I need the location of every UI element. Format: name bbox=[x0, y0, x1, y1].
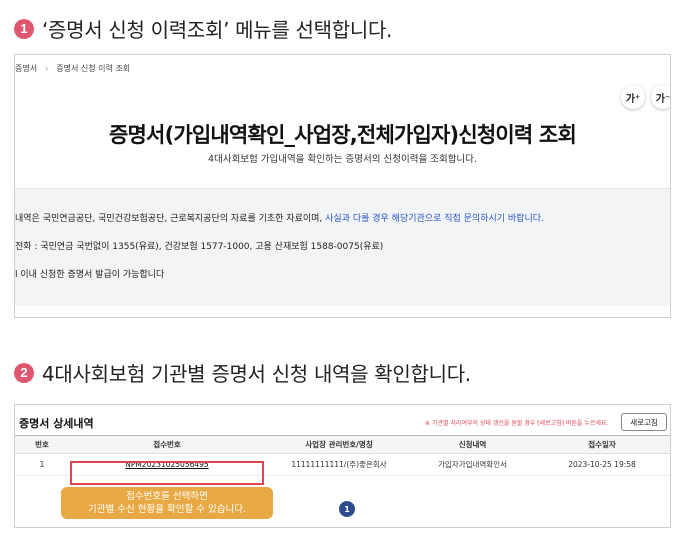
screenshot-history-page: 증명서 › 증명서 신청 이력 조회 가⁺ 가⁻ 증명서(가입내역확인_사업장,전체… bbox=[14, 54, 671, 318]
step-2-heading: 2 4대사회보험 기관별 증명서 신청 내역을 확인합니다. bbox=[14, 358, 471, 387]
notice-line-highlight: 사실과 다를 경우 해당기관으로 직접 문의하시기 바랍니다. bbox=[325, 214, 544, 224]
cell-request: 가입자가입내역확인서 bbox=[413, 453, 532, 476]
notice-line-text: 내역은 국민연금공단, 국민건강보험공단, 근로복지공단의 자료를 기초한 자료… bbox=[15, 214, 326, 224]
breadcrumb-item-history[interactable]: 증명서 신청 이력 조회 bbox=[56, 64, 130, 73]
font-decrease-button[interactable]: 가⁻ bbox=[651, 85, 670, 109]
cell-workplace: 11111111111/(주)좋은회사 bbox=[265, 453, 413, 476]
page-subtitle: 4대사회보험 가입내역을 확인하는 증명서의 신청이력을 조회합니다. bbox=[208, 154, 477, 165]
refresh-button[interactable]: 새로고침 bbox=[621, 413, 667, 431]
step-number-badge: 2 bbox=[14, 362, 34, 383]
notice-line-issue-period: l 이내 신청한 증명서 발급이 가능합니다 bbox=[15, 270, 165, 280]
callout-line: 접수번호를 선택하면 bbox=[126, 491, 208, 502]
callout-line: 기관별 수신 현황을 확인할 수 있습니다. bbox=[88, 504, 246, 515]
step-1-text: ‘증명서 신청 이력조회’ 메뉴를 선택합니다. bbox=[42, 18, 393, 42]
column-header-number: 번호 bbox=[15, 435, 69, 454]
notice-box: 내역은 국민연금공단, 국민건강보험공단, 근로복지공단의 자료를 기초한 자료… bbox=[15, 188, 670, 306]
page-number-button[interactable]: 1 bbox=[339, 501, 355, 517]
table-header-row: 번호 접수번호 사업장 관리번호/명칭 신청내역 접수일자 bbox=[15, 435, 670, 454]
section-heading: 증명서 상세내역 bbox=[19, 417, 94, 430]
column-header-reg-no: 접수번호 bbox=[69, 435, 265, 454]
cell-number: 1 bbox=[15, 453, 69, 476]
font-increase-button[interactable]: 가⁺ bbox=[621, 85, 645, 109]
breadcrumb: 증명서 › 증명서 신청 이력 조회 bbox=[15, 63, 130, 74]
step-1-heading: 1 ‘증명서 신청 이력조회’ 메뉴를 선택합니다. bbox=[14, 14, 392, 43]
notice-line-contacts: 전화 : 국민연금 국번없이 1355(유료), 건강보험 1577-1000,… bbox=[15, 242, 384, 252]
column-header-workplace: 사업장 관리번호/명칭 bbox=[265, 435, 413, 454]
notice-line-data-source: 내역은 국민연금공단, 국민건강보험공단, 근로복지공단의 자료를 기초한 자료… bbox=[15, 211, 544, 224]
step-2-text: 4대사회보험 기관별 증명서 신청 내역을 확인합니다. bbox=[42, 362, 471, 386]
callout-tooltip: 접수번호를 선택하면 기관별 수신 현황을 확인할 수 있습니다. bbox=[61, 487, 273, 519]
step-number-badge: 1 bbox=[14, 18, 34, 39]
highlight-outline bbox=[70, 461, 264, 485]
screenshot-detail-table: 증명서 상세내역 ※ 기관별 처리여부의 상태 갱신을 원할 경우 [새로고침]… bbox=[14, 404, 671, 528]
page-title: 증명서(가입내역확인_사업장,전체가입자)신청이력 조회 bbox=[109, 123, 577, 147]
column-header-date: 접수일자 bbox=[532, 435, 670, 454]
breadcrumb-separator-icon: › bbox=[45, 64, 49, 73]
column-header-request: 신청내역 bbox=[413, 435, 532, 454]
cell-date: 2023-10-25 19:58 bbox=[532, 453, 670, 476]
refresh-notice: ※ 기관별 처리여부의 상태 갱신을 원할 경우 [새로고침] 버튼을 누르세요… bbox=[425, 420, 609, 427]
breadcrumb-item-certificate[interactable]: 증명서 bbox=[15, 64, 37, 73]
